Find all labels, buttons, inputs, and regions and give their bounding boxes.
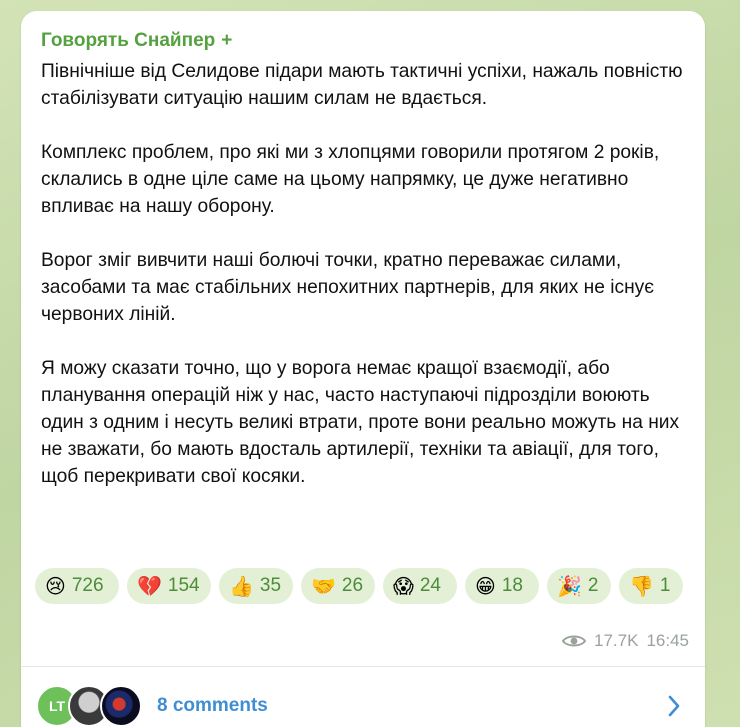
author-badge: + [221, 30, 233, 51]
reaction-pointing-hand[interactable]: 🤝 26 [301, 568, 375, 604]
reaction-count: 154 [167, 575, 200, 596]
reaction-crying[interactable]: 😢 726 [35, 568, 119, 604]
message-meta: 17.7K 16:45 [562, 631, 689, 651]
reaction-count: 1 [659, 575, 671, 596]
crying-face-icon: 😢 [45, 574, 66, 598]
message-time: 16:45 [646, 631, 689, 650]
broken-heart-icon: 💔 [137, 574, 162, 598]
party-popper-icon: 🎉 [557, 574, 582, 598]
author-name-label[interactable]: Говорять Снайпер [41, 30, 215, 51]
reaction-broken-heart[interactable]: 💔 154 [127, 568, 211, 604]
paragraph: Я можу сказати точно, що у ворога немає … [41, 358, 680, 487]
reaction-thumbs-down[interactable]: 👎 1 [619, 568, 683, 604]
reaction-count: 26 [341, 575, 364, 596]
reaction-count: 2 [587, 575, 599, 596]
comments-button[interactable]: LT 8 comments [21, 667, 705, 727]
reaction-screaming[interactable]: 😱 24 [383, 568, 457, 604]
reaction-count: 35 [259, 575, 282, 596]
paragraph: Комплекс проблем, про які ми з хлопцями … [41, 142, 660, 217]
paragraph: Північніше від Селидове підари мають так… [41, 61, 683, 109]
reaction-count: 24 [419, 575, 441, 596]
commenter-avatars: LT [36, 685, 142, 727]
reaction-grinning[interactable]: 😁 18 [465, 568, 539, 604]
reaction-count: 18 [501, 575, 523, 596]
message-text: Північніше від Селидове підари мають так… [41, 58, 691, 517]
thumbs-up-icon: 👍 [229, 574, 254, 598]
reaction-party-popper[interactable]: 🎉 2 [547, 568, 611, 604]
message-bubble: Говорять Снайпер + Північніше від Селидов… [21, 11, 705, 727]
author-name[interactable]: Говорять Снайпер + [41, 30, 232, 52]
reaction-count: 726 [71, 575, 104, 596]
chevron-right-icon[interactable] [667, 695, 681, 722]
thumbs-down-icon: 👎 [629, 574, 654, 598]
eye-icon [562, 634, 587, 648]
view-count: 17.7K [594, 631, 639, 650]
pointing-hand-icon: 🤝 [311, 574, 336, 598]
grinning-face-icon: 😁 [475, 574, 496, 598]
reaction-thumbs-up[interactable]: 👍 35 [219, 568, 293, 604]
avatar [100, 685, 142, 727]
reactions-bar: 😢 726 💔 154 👍 35 🤝 26 😱 24 😁 18 🎉 2 👎 1 [35, 568, 695, 604]
paragraph: Ворог зміг вивчити наші болючі точки, кр… [41, 250, 655, 325]
screaming-face-icon: 😱 [393, 574, 414, 598]
comments-label[interactable]: 8 comments [157, 695, 268, 717]
